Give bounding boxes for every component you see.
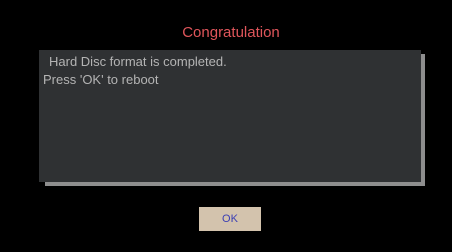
message-panel: Hard Disc format is completed. Press 'OK… — [39, 50, 421, 182]
dialog-title: Congratulation — [182, 24, 280, 41]
message-line-format-complete: Hard Disc format is completed. — [49, 54, 227, 69]
ok-button[interactable]: OK — [199, 207, 261, 231]
message-line-reboot-prompt: Press 'OK' to reboot — [43, 72, 159, 87]
